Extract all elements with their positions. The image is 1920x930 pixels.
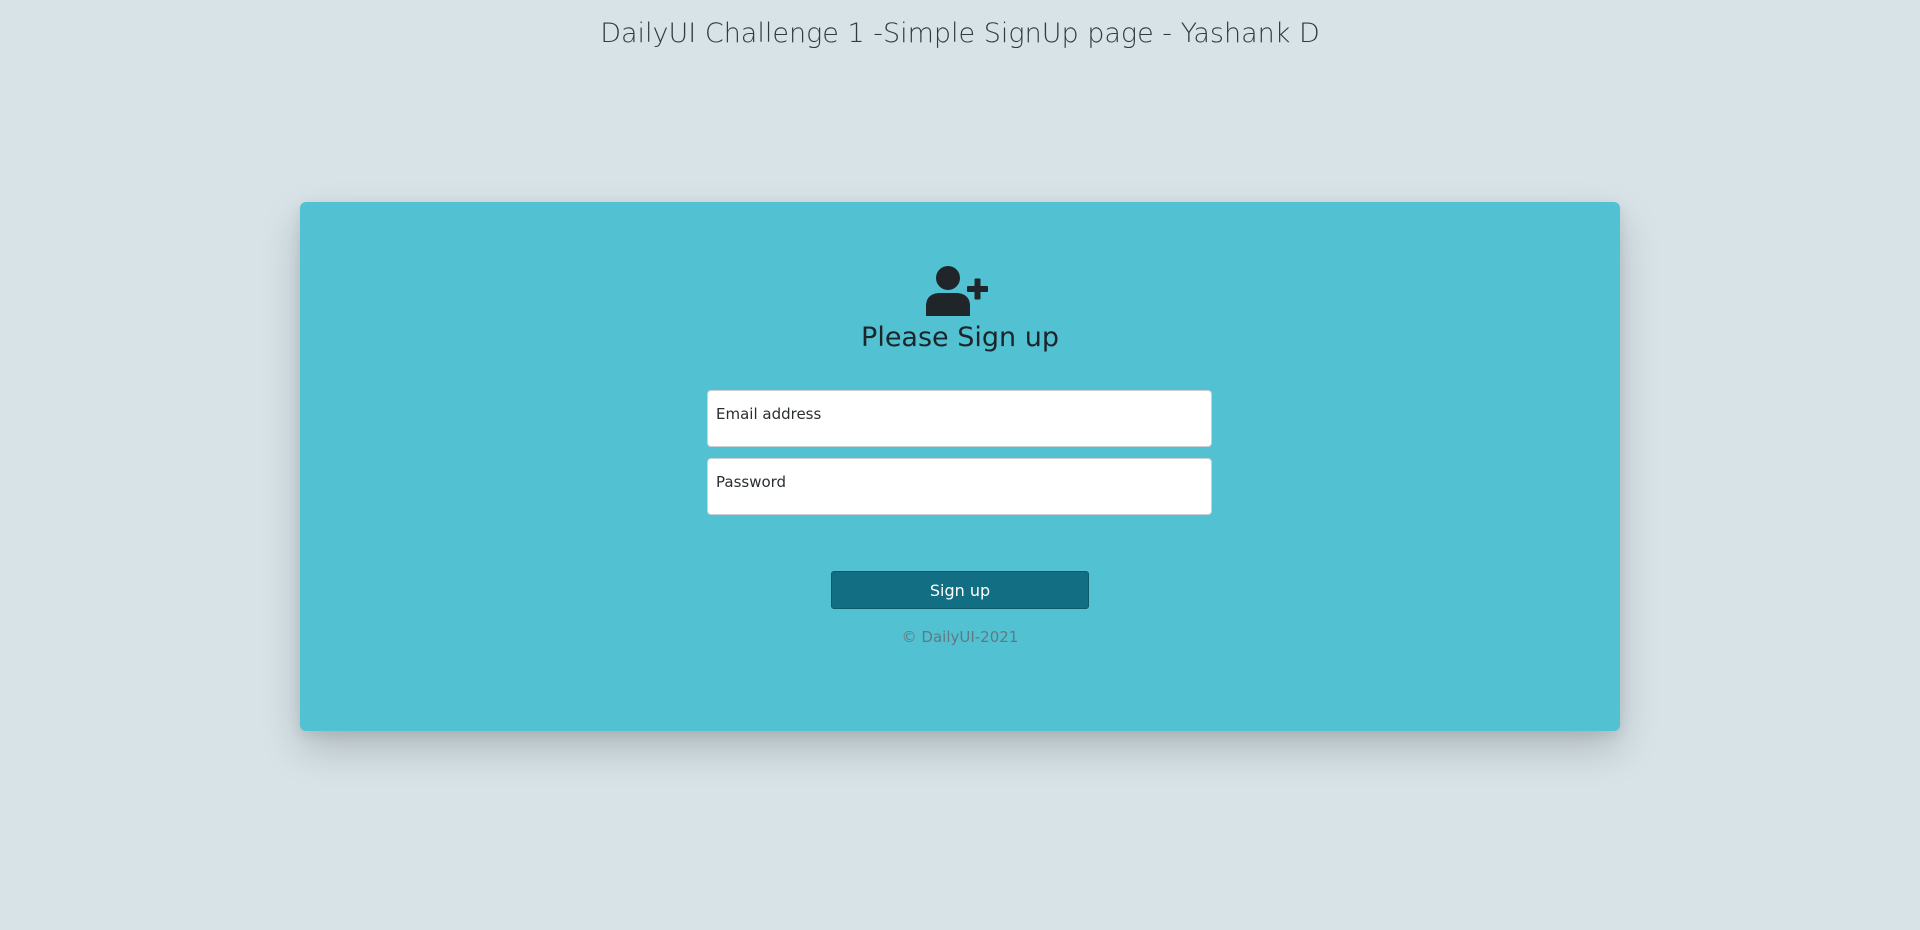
- copyright-text: © DailyUI-2021: [901, 628, 1019, 646]
- email-field[interactable]: Email address: [707, 390, 1212, 447]
- signup-button[interactable]: Sign up: [831, 571, 1089, 609]
- user-plus-icon: [926, 266, 988, 316]
- signup-card: Please Sign up Email address Password Si…: [300, 202, 1620, 731]
- password-field[interactable]: Password: [707, 458, 1212, 515]
- email-input[interactable]: [708, 391, 1211, 446]
- password-input[interactable]: [708, 459, 1211, 514]
- page-heading: DailyUI Challenge 1 -Simple SignUp page …: [600, 18, 1320, 49]
- form-title: Please Sign up: [861, 322, 1059, 353]
